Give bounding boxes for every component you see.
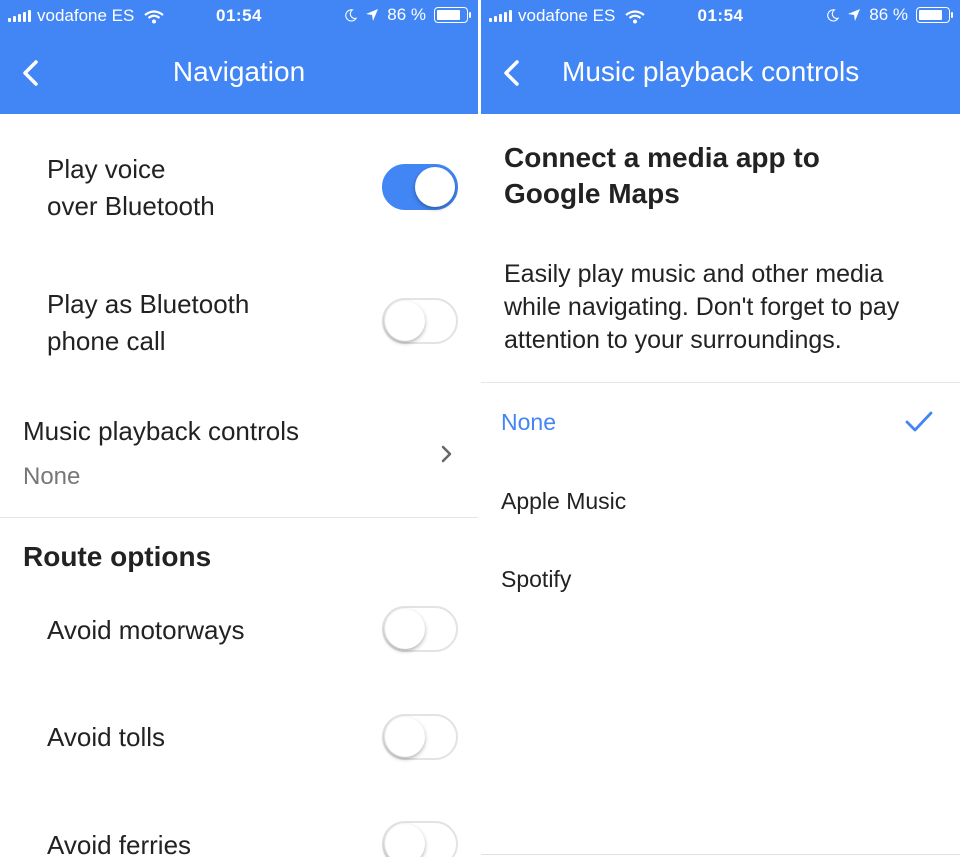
title-bar: Music playback controls (481, 44, 960, 102)
toggle-knob (385, 717, 425, 757)
music-playback-value: None (23, 463, 81, 490)
play-voice-line2: over Bluetooth (47, 191, 215, 221)
route-options-heading: Route options (23, 541, 212, 572)
play-voice-line1: Play voice (47, 154, 166, 184)
avoid-motorways-label: Avoid motorways (47, 615, 245, 645)
option-apple-music[interactable]: Apple Music (501, 481, 941, 521)
title-bar: Navigation (0, 44, 478, 102)
toggle-knob (415, 167, 455, 207)
media-app-heading: Connect a media app to Google Maps (504, 142, 820, 209)
status-bar: vodafone ES 01:54 86 % (0, 0, 478, 32)
navigation-settings-screen: vodafone ES 01:54 86 % Navigation Play v… (0, 0, 478, 857)
battery-percent: 86 % (387, 5, 426, 24)
option-none[interactable]: None (501, 402, 941, 442)
status-right-group: 86 % (826, 5, 953, 25)
media-app-description: Easily play music and other media while … (504, 260, 900, 354)
back-icon[interactable] (499, 58, 527, 88)
option-label: Spotify (501, 566, 572, 592)
play-voice-bluetooth-label: Play voice over Bluetooth (47, 151, 215, 225)
battery-icon (916, 7, 953, 23)
avoid-ferries-row: Avoid ferries (0, 815, 478, 857)
avoid-ferries-toggle[interactable] (382, 821, 458, 857)
avoid-tolls-label: Avoid tolls (47, 722, 166, 752)
play-call-line2: phone call (47, 326, 166, 356)
play-voice-bluetooth-row: Play voice over Bluetooth (0, 148, 478, 238)
battery-icon (434, 7, 471, 23)
location-arrow-icon (848, 9, 861, 21)
toggle-knob (385, 301, 425, 341)
page-title: Music playback controls (562, 56, 860, 87)
toggle-knob (385, 609, 425, 649)
divider (481, 382, 960, 383)
music-playback-label: Music playback controls (23, 416, 299, 446)
status-bar: vodafone ES 01:54 86 % (481, 0, 960, 32)
status-right-group: 86 % (344, 5, 471, 25)
chevron-right-icon (441, 445, 452, 463)
play-voice-bluetooth-toggle[interactable] (382, 164, 458, 210)
bottom-divider (481, 854, 960, 855)
avoid-ferries-label: Avoid ferries (47, 830, 192, 857)
avoid-motorways-toggle[interactable] (382, 606, 458, 652)
battery-percent: 86 % (869, 5, 908, 24)
avoid-tolls-row: Avoid tolls (0, 707, 478, 767)
avoid-tolls-toggle[interactable] (382, 714, 458, 760)
option-label: None (501, 409, 556, 435)
divider (0, 517, 478, 518)
page-title: Navigation (172, 56, 306, 87)
moon-icon (827, 8, 840, 22)
checkmark-icon (905, 411, 933, 432)
option-label: Apple Music (501, 488, 627, 514)
play-bluetooth-call-row: Play as Bluetooth phone call (0, 283, 478, 373)
moon-icon (345, 8, 358, 22)
play-bluetooth-call-toggle[interactable] (382, 298, 458, 344)
avoid-motorways-row: Avoid motorways (0, 600, 478, 660)
app-bar: vodafone ES 01:54 86 % (481, 0, 960, 114)
play-call-line1: Play as Bluetooth (47, 289, 250, 319)
music-playback-controls-row[interactable]: Music playback controls None (0, 405, 478, 515)
location-arrow-icon (366, 9, 379, 21)
app-bar: vodafone ES 01:54 86 % (0, 0, 478, 114)
play-bluetooth-call-label: Play as Bluetooth phone call (47, 286, 249, 360)
music-playback-screen: vodafone ES 01:54 86 % Music playback co… (481, 0, 960, 857)
toggle-knob (385, 824, 425, 857)
option-spotify[interactable]: Spotify (501, 559, 941, 599)
